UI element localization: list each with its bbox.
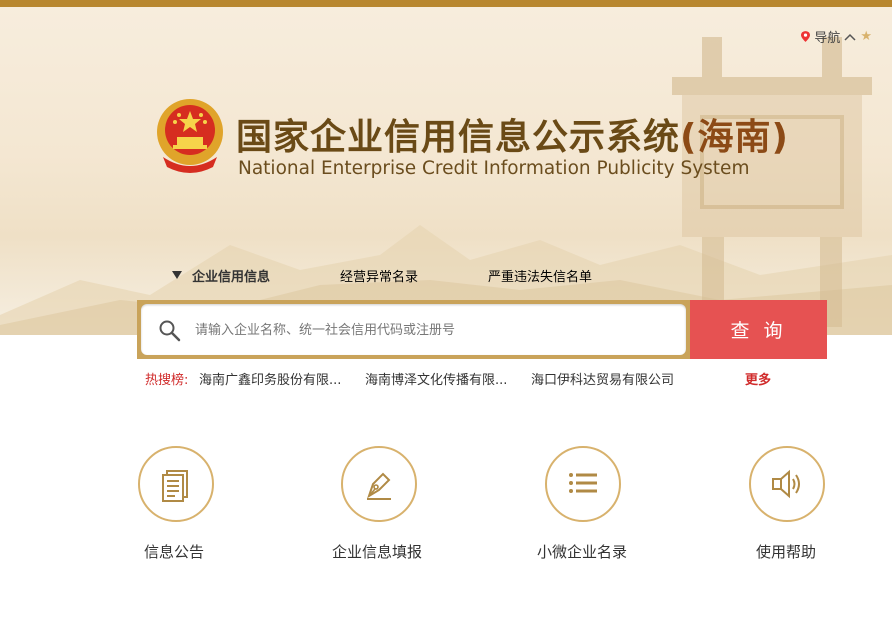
more-link[interactable]: 更多 <box>745 369 771 388</box>
search-icon <box>159 320 181 342</box>
speaker-icon <box>772 469 800 499</box>
hot-search-item[interactable]: 海南广鑫印务股份有限... <box>199 369 341 388</box>
hot-search-label: 热搜榜: <box>145 373 189 388</box>
title-region: (海南) <box>680 117 789 158</box>
tab-enterprise-credit[interactable]: 企业信用信息 <box>192 266 270 285</box>
hot-search-item[interactable]: 海南博泽文化传播有限... <box>365 369 507 388</box>
feature-label: 小微企业名录 <box>537 543 628 561</box>
tab-abnormal-list[interactable]: 经营异常名录 <box>340 266 418 285</box>
info-announcement-button[interactable] <box>138 446 214 522</box>
feature-label: 使用帮助 <box>756 543 817 561</box>
search-field-wrapper <box>141 304 686 357</box>
nav-label: 导航 <box>814 31 841 46</box>
enterprise-report-button[interactable] <box>341 446 417 522</box>
hot-search-item[interactable]: 海口伊科达贸易有限公司 <box>531 369 674 388</box>
small-business-list-button[interactable] <box>545 446 621 522</box>
search-input[interactable] <box>193 304 677 357</box>
page-subtitle: National Enterprise Credit Information P… <box>238 158 750 179</box>
top-accent-bar <box>0 0 892 7</box>
search-button[interactable]: 查询 <box>690 300 827 359</box>
search-container <box>137 300 690 359</box>
nav-toggle[interactable]: 导航 ★ <box>801 27 872 46</box>
page-title: 国家企业信用信息公示系统(海南) <box>236 108 789 160</box>
location-pin-icon <box>801 31 811 42</box>
ding-vessel-illustration <box>672 37 872 327</box>
chevron-up-icon <box>844 33 856 41</box>
pen-icon <box>367 472 391 500</box>
user-help-button[interactable] <box>749 446 825 522</box>
title-main: 国家企业信用信息公示系统 <box>236 117 681 158</box>
feature-label: 企业信息填报 <box>332 543 423 561</box>
tab-serious-violation[interactable]: 严重违法失信名单 <box>488 266 592 285</box>
document-icon <box>162 470 188 502</box>
list-icon <box>569 473 597 493</box>
feature-label: 信息公告 <box>144 543 205 561</box>
national-emblem-icon <box>157 99 223 173</box>
caret-down-icon <box>172 271 182 279</box>
star-icon: ★ <box>860 29 872 44</box>
